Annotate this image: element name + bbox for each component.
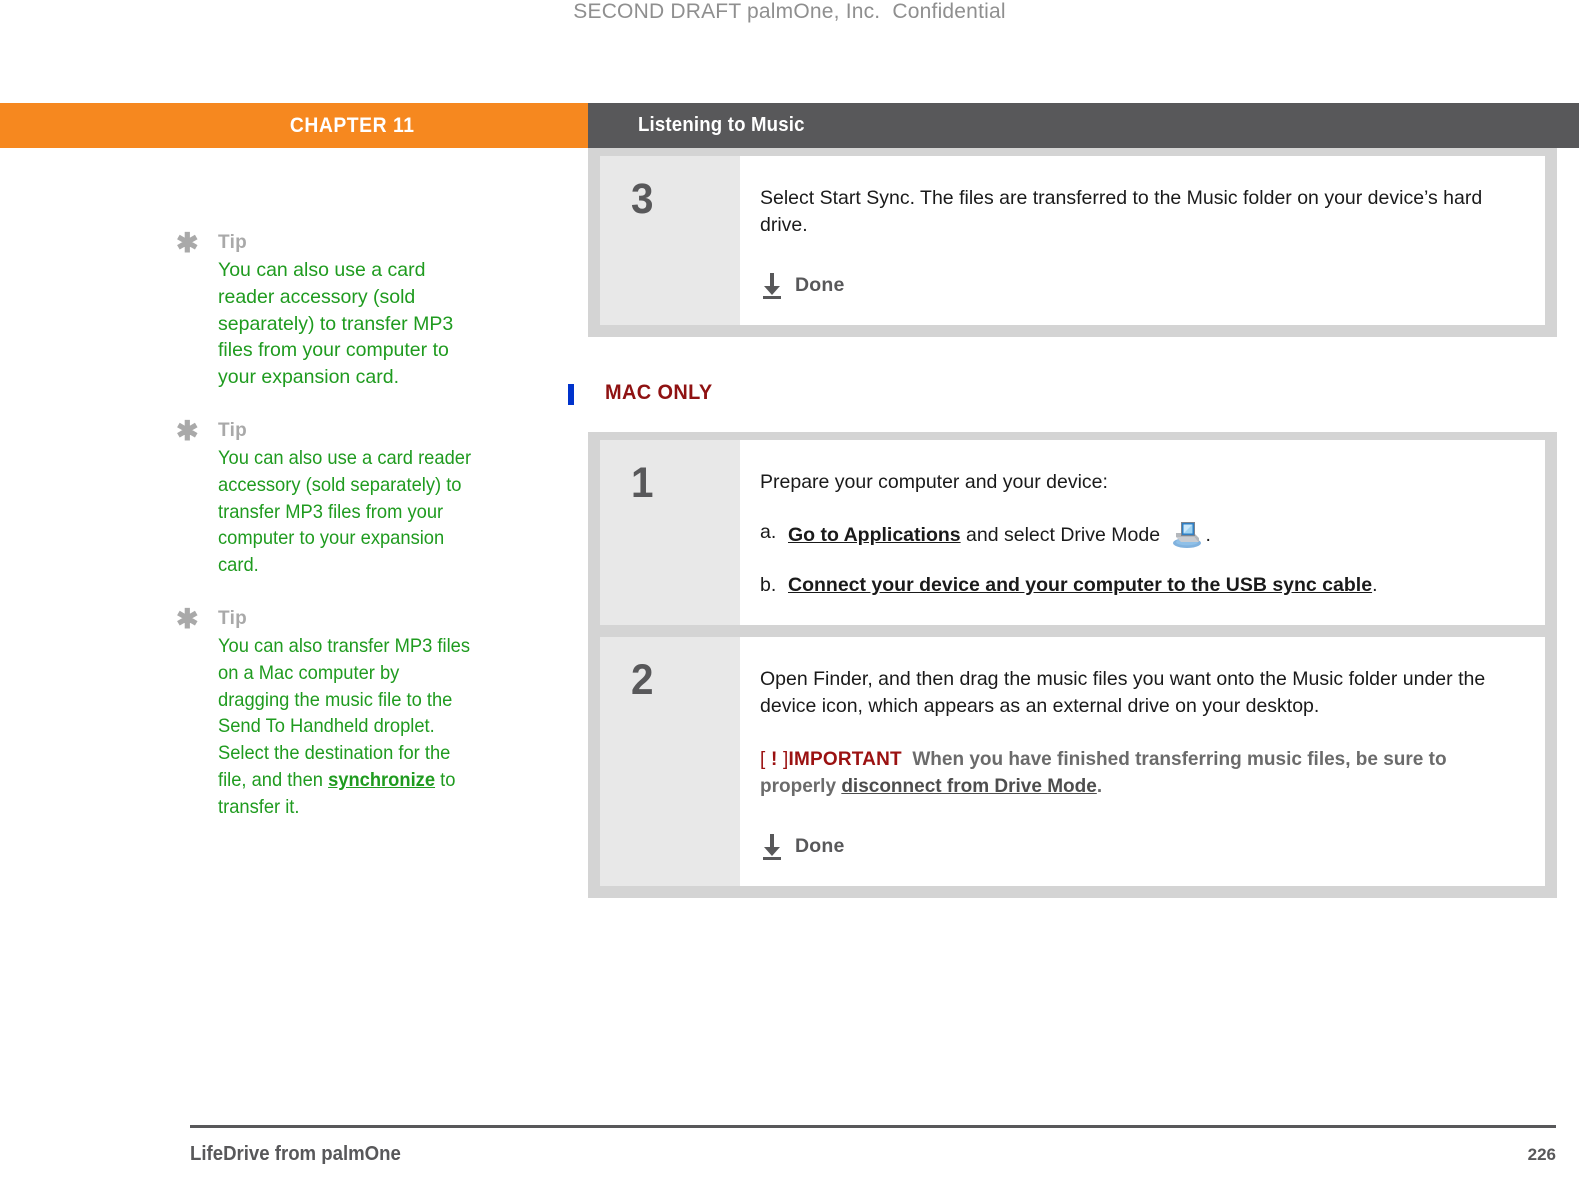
tip-synchronize-link[interactable]: synchronize: [328, 769, 435, 791]
change-bar-marker: [568, 384, 574, 405]
substep-text-part: and select Drive Mode: [960, 524, 1166, 546]
substep-marker: a.: [760, 521, 777, 543]
important-label: IMPORTANT: [788, 749, 902, 770]
windows-step-group: 3 Select Start Sync. The files are trans…: [588, 148, 1557, 337]
footer-divider: [190, 1125, 1556, 1128]
step-body-text: Open Finder, and then drag the music fil…: [760, 668, 1486, 717]
page-footer: LifeDrive from palmOne 226: [190, 1125, 1556, 1166]
chapter-header-bar: CHAPTER 11 Listening to Music: [0, 103, 1579, 148]
tip-item: ✱ Tip You can also use a card reader acc…: [176, 228, 476, 391]
done-label: Done: [795, 835, 845, 857]
disconnect-drive-mode-link[interactable]: disconnect from Drive Mode: [841, 776, 1097, 797]
substep-text: Go to Applications and select Drive Mode…: [788, 519, 1211, 549]
tip-label: Tip: [218, 419, 248, 441]
tip-item: ✱ Tip You can also transfer MP3 files on…: [176, 603, 476, 821]
mac-step-group: 1 Prepare your computer and your device:…: [588, 432, 1557, 898]
tip-text: You can also transfer MP3 files on a Mac…: [218, 633, 475, 821]
tip-item: ✱ Tip You can also use a card reader acc…: [176, 415, 476, 579]
step-row: 2 Open Finder, and then drag the music f…: [600, 637, 1545, 886]
mac-only-label: MAC ONLY: [605, 381, 713, 404]
substep-item: b. Connect your device and your computer…: [760, 572, 1517, 599]
go-to-applications-link[interactable]: Go to Applications: [788, 524, 961, 546]
connect-device-link[interactable]: Connect your device and your computer to…: [788, 574, 1372, 596]
step-body-text: Select Start Sync. The files are transfe…: [760, 187, 1483, 236]
important-tag: [ ! ]IMPORTANT: [760, 749, 902, 770]
tip-label: Tip: [218, 607, 248, 629]
asterisk-icon: ✱: [176, 415, 199, 446]
tip-text: You can also use a card reader accessory…: [218, 446, 472, 577]
step-number: 1: [631, 459, 654, 507]
section-title: Listening to Music: [638, 114, 805, 136]
substep-item: a. Go to Applications and select Drive M…: [760, 519, 1517, 549]
step-number-cell: 1: [600, 440, 740, 625]
main-content: 3 Select Start Sync. The files are trans…: [568, 148, 1557, 898]
chapter-label-block: CHAPTER 11: [0, 103, 588, 148]
step-row: 3 Select Start Sync. The files are trans…: [600, 156, 1545, 325]
mac-only-heading: MAC ONLY: [568, 381, 1557, 405]
tip-label: Tip: [218, 232, 248, 253]
step-number: 2: [631, 656, 654, 704]
done-label: Done: [795, 274, 845, 296]
step-body-text: Prepare your computer and your device:: [760, 471, 1108, 493]
step-content: Prepare your computer and your device: a…: [740, 440, 1545, 625]
step-content: Open Finder, and then drag the music fil…: [740, 637, 1545, 886]
substep-text: Connect your device and your computer to…: [788, 572, 1377, 599]
tips-sidebar: ✱ Tip You can also use a card reader acc…: [176, 228, 476, 850]
done-marker: Done: [760, 272, 1517, 299]
important-text-part: .: [1096, 776, 1103, 797]
substep-list: a. Go to Applications and select Drive M…: [760, 519, 1517, 599]
substep-text-part: .: [1205, 524, 1211, 546]
asterisk-icon: ✱: [176, 603, 199, 634]
asterisk-icon: ✱: [176, 228, 199, 258]
step-content: Select Start Sync. The files are transfe…: [740, 156, 1545, 325]
drive-mode-cradle-icon: [1168, 519, 1202, 549]
chapter-label: CHAPTER 11: [290, 113, 415, 137]
important-note: [ ! ]IMPORTANT When you have finished tr…: [760, 746, 1517, 800]
tip-text: You can also use a card reader accessory…: [218, 259, 454, 389]
download-arrow-icon: [763, 272, 781, 299]
download-arrow-icon: [763, 833, 781, 860]
footer-page-number: 226: [1527, 1145, 1556, 1164]
footer-title: LifeDrive from palmOne: [190, 1143, 401, 1165]
substep-marker: b.: [760, 574, 777, 596]
substep-text-part: .: [1372, 574, 1378, 596]
step-row: 1 Prepare your computer and your device:…: [600, 440, 1545, 625]
step-number-cell: 3: [600, 156, 740, 325]
step-number: 3: [631, 175, 654, 223]
section-title-block: Listening to Music: [588, 103, 1579, 148]
draft-stamp: SECOND DRAFT palmOne, Inc. Confidential: [573, 0, 1006, 23]
done-marker: Done: [760, 833, 1517, 860]
bracket-open: [: [760, 749, 766, 770]
tip-text-part: You can also transfer MP3 files on a Mac…: [218, 634, 471, 791]
warning-bang-icon: !: [770, 749, 778, 770]
step-number-cell: 2: [600, 637, 740, 886]
